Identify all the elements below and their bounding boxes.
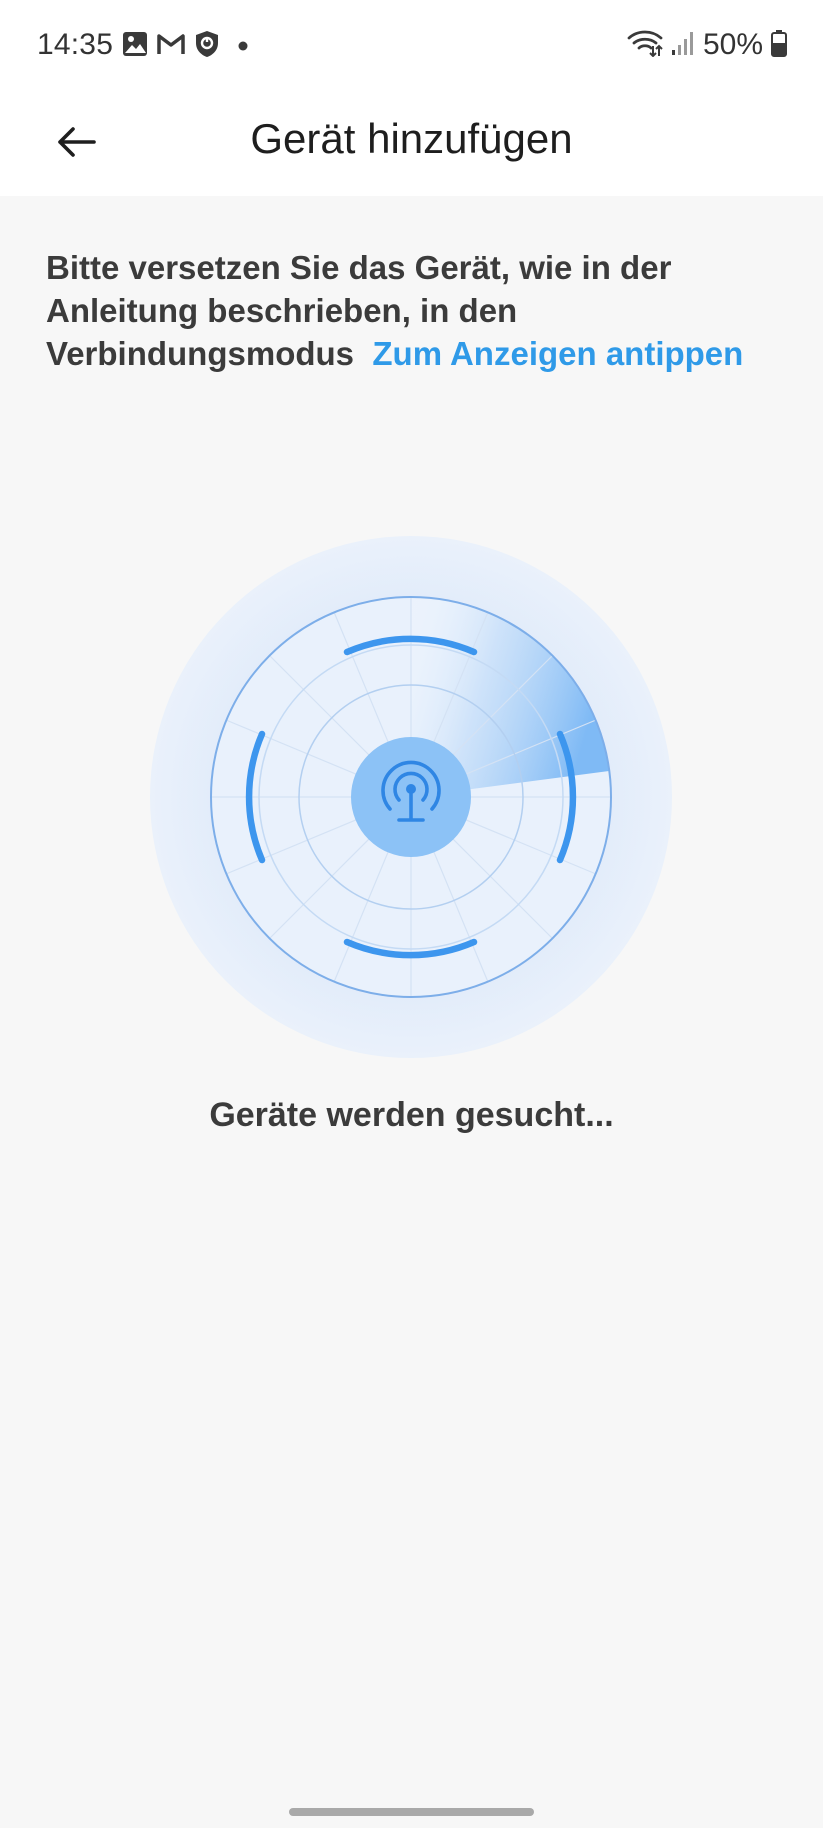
status-time: 14:35: [37, 28, 114, 61]
battery-icon: [771, 29, 787, 62]
signal-icon: [671, 30, 695, 61]
shield-icon: [194, 30, 220, 63]
main-content: Bitte versetzen Sie das Gerät, wie in de…: [0, 196, 823, 1828]
home-indicator[interactable]: [289, 1808, 534, 1816]
app-bar: Gerät hinzufügen: [0, 92, 823, 196]
wifi-icon: [627, 29, 663, 62]
dot-icon: [238, 38, 248, 56]
gmail-icon: [156, 31, 186, 62]
show-instructions-link[interactable]: Zum Anzeigen antippen: [372, 335, 743, 372]
status-icons-left: [122, 30, 248, 63]
searching-status: Geräte werden gesucht...: [209, 1096, 614, 1134]
instruction-text: Bitte versetzen Sie das Gerät, wie in de…: [46, 246, 786, 375]
status-bar: 14:35 50%: [0, 0, 823, 92]
status-icons-right: 50%: [627, 28, 787, 62]
page-title: Gerät hinzufügen: [250, 115, 573, 162]
radar-animation: [150, 536, 672, 1058]
battery-percentage: 50%: [702, 28, 763, 61]
gallery-icon: [122, 31, 148, 62]
